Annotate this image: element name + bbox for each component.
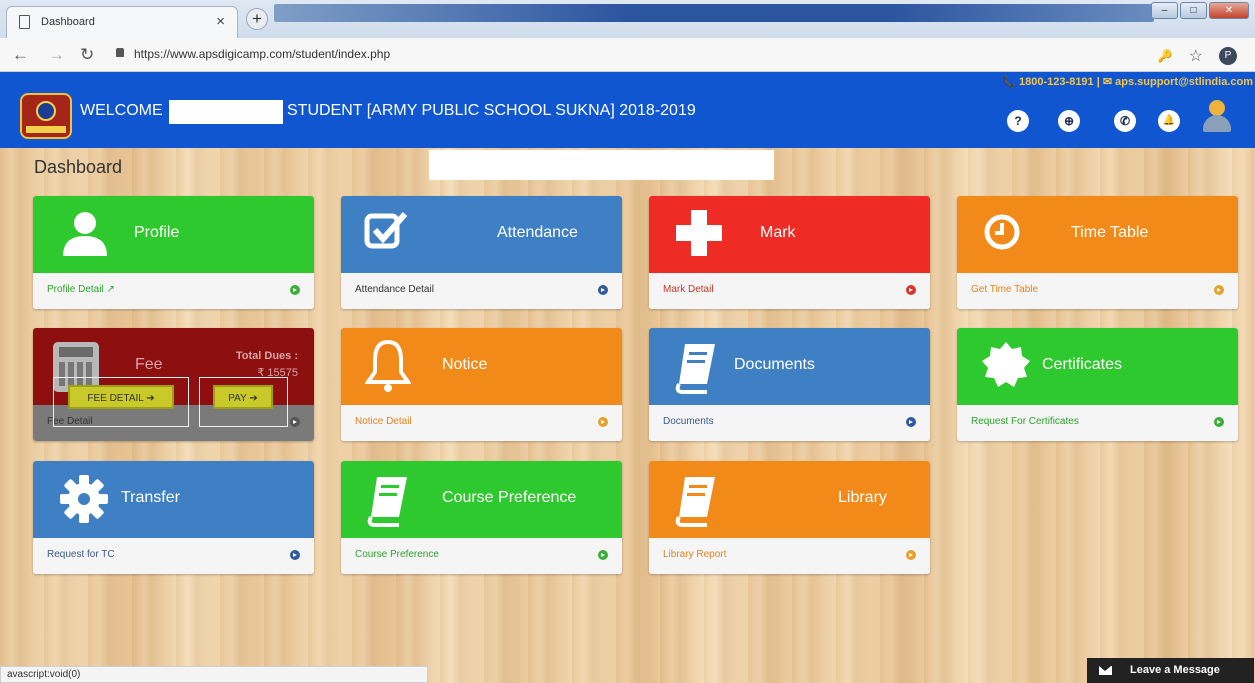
blank-banner bbox=[429, 150, 774, 180]
arrow-circle-icon[interactable] bbox=[1214, 285, 1224, 295]
arrow-circle-icon[interactable] bbox=[598, 285, 608, 295]
tile-link[interactable]: Course Preference bbox=[355, 549, 439, 560]
tile-link[interactable]: Mark Detail bbox=[663, 284, 714, 295]
tile-link[interactable]: Request for TC bbox=[47, 549, 115, 560]
lock-icon bbox=[116, 48, 124, 57]
book-icon bbox=[367, 477, 407, 527]
tile-fee[interactable]: Fee Total Dues : ₹ 15575 Fee Detail FEE … bbox=[33, 328, 314, 441]
tile-transfer[interactable]: Transfer Request for TC bbox=[33, 461, 314, 574]
key-icon[interactable]: 🔑 bbox=[1158, 49, 1173, 63]
tile-link[interactable]: Request For Certificates bbox=[971, 416, 1079, 427]
chat-label: Leave a Message bbox=[1130, 664, 1220, 676]
tile-title: Course Preference bbox=[442, 489, 577, 506]
logo-band bbox=[26, 126, 66, 133]
mail-icon bbox=[1099, 666, 1112, 675]
tile-title: Attendance bbox=[497, 224, 578, 241]
notification-bell-icon[interactable]: 🔔 bbox=[1158, 110, 1180, 132]
page-content: WELCOME STUDENT [ARMY PUBLIC SCHOOL SUKN… bbox=[0, 72, 1255, 683]
leave-message-chat-button[interactable]: Leave a Message bbox=[1087, 658, 1254, 683]
help-icon[interactable]: ? bbox=[1007, 110, 1029, 132]
clock-icon bbox=[984, 214, 1020, 250]
bookmark-star-icon[interactable]: ☆ bbox=[1189, 46, 1203, 66]
tab-title: Dashboard bbox=[41, 16, 95, 28]
tile-title: Mark bbox=[760, 224, 796, 241]
page-title: Dashboard bbox=[34, 157, 123, 177]
total-dues-label: Total Dues : bbox=[235, 350, 298, 362]
logo-emblem-icon bbox=[36, 101, 56, 121]
certificate-seal-icon bbox=[982, 342, 1030, 387]
tile-time-table[interactable]: Time Table Get Time Table bbox=[957, 196, 1238, 309]
plus-icon bbox=[676, 210, 722, 256]
arrow-circle-icon[interactable] bbox=[1214, 417, 1224, 427]
maximize-button[interactable]: □ bbox=[1180, 2, 1207, 19]
tile-mark[interactable]: Mark Mark Detail bbox=[649, 196, 930, 309]
url-input[interactable]: https://www.apsdigicamp.com/student/inde… bbox=[112, 44, 1212, 66]
checkbox-icon bbox=[364, 212, 408, 249]
tile-link[interactable]: Profile Detail ↗ bbox=[47, 284, 115, 295]
fee-detail-button[interactable]: FEE DETAIL ➔ bbox=[68, 385, 174, 409]
welcome-text: WELCOME bbox=[80, 102, 163, 119]
browser-profile-avatar[interactable]: P bbox=[1219, 47, 1237, 65]
minimize-button[interactable]: – bbox=[1151, 2, 1178, 19]
tile-title: Time Table bbox=[1071, 224, 1149, 241]
bell-icon bbox=[365, 339, 411, 392]
address-bar: ← → ↻ https://www.apsdigicamp.com/studen… bbox=[0, 38, 1255, 72]
tile-documents[interactable]: Documents Documents bbox=[649, 328, 930, 441]
arrow-circle-icon[interactable] bbox=[906, 550, 916, 560]
back-arrow-icon[interactable]: ← bbox=[12, 45, 29, 65]
tile-notice[interactable]: Notice Notice Detail bbox=[341, 328, 622, 441]
forward-arrow-icon[interactable]: → bbox=[48, 45, 65, 65]
site-header: WELCOME STUDENT [ARMY PUBLIC SCHOOL SUKN… bbox=[0, 72, 1255, 148]
tile-title: Certificates bbox=[1042, 356, 1123, 373]
arrow-circle-icon[interactable] bbox=[290, 285, 300, 295]
tile-title: Documents bbox=[734, 356, 815, 373]
tile-title: Transfer bbox=[121, 489, 180, 506]
arrow-circle-icon[interactable] bbox=[906, 285, 916, 295]
window-title-strip bbox=[274, 4, 1154, 22]
window-controls: – □ ✕ bbox=[1151, 2, 1249, 19]
support-lifebuoy-icon[interactable]: ⊕ bbox=[1058, 110, 1080, 132]
tab-close-icon[interactable]: × bbox=[216, 13, 225, 30]
url-text: https://www.apsdigicamp.com/student/inde… bbox=[134, 47, 391, 61]
pay-button[interactable]: PAY ➔ bbox=[213, 385, 273, 409]
tile-title: Profile bbox=[134, 224, 180, 241]
arrow-circle-icon[interactable] bbox=[290, 550, 300, 560]
user-avatar[interactable] bbox=[1202, 100, 1232, 132]
tile-library[interactable]: Library Library Report bbox=[649, 461, 930, 574]
address-bar-actions: 🔑 ☆ P bbox=[1158, 46, 1237, 66]
tile-certificates[interactable]: Certificates Request For Certificates bbox=[957, 328, 1238, 441]
arrow-circle-icon[interactable] bbox=[598, 417, 608, 427]
tile-title: Fee bbox=[135, 356, 163, 373]
document-icon bbox=[19, 15, 30, 29]
tile-course-preference[interactable]: Course Preference Course Preference bbox=[341, 461, 622, 574]
tile-title: Notice bbox=[442, 356, 488, 373]
arrow-circle-icon[interactable] bbox=[290, 417, 300, 427]
new-tab-button[interactable]: + bbox=[246, 8, 268, 30]
school-logo bbox=[20, 93, 72, 139]
book-icon bbox=[675, 344, 715, 394]
reload-icon[interactable]: ↻ bbox=[80, 45, 94, 65]
phone-icon[interactable]: ✆ bbox=[1114, 110, 1136, 132]
school-session-text: STUDENT [ARMY PUBLIC SCHOOL SUKNA] 2018-… bbox=[287, 102, 696, 119]
tile-link[interactable]: Attendance Detail bbox=[355, 284, 434, 295]
student-name-redacted bbox=[169, 100, 283, 124]
support-contact[interactable]: 📞 1800-123-8191 | ✉ aps.support@stlindia… bbox=[1002, 75, 1253, 88]
user-icon bbox=[63, 212, 107, 256]
book-icon bbox=[675, 477, 715, 527]
arrow-circle-icon[interactable] bbox=[598, 550, 608, 560]
tile-profile[interactable]: Profile Profile Detail ↗ bbox=[33, 196, 314, 309]
close-window-button[interactable]: ✕ bbox=[1209, 2, 1249, 19]
gear-icon bbox=[60, 475, 108, 523]
tile-link[interactable]: Documents bbox=[663, 416, 714, 427]
tile-attendance[interactable]: Attendance Attendance Detail bbox=[341, 196, 622, 309]
tile-title: Library bbox=[838, 489, 887, 506]
tile-link[interactable]: Get Time Table bbox=[971, 284, 1038, 295]
browser-status-bar: avascript:void(0) bbox=[0, 666, 428, 683]
browser-tab-bar: Dashboard × + – □ ✕ bbox=[0, 0, 1255, 38]
arrow-circle-icon[interactable] bbox=[906, 417, 916, 427]
tile-link[interactable]: Library Report bbox=[663, 549, 726, 560]
tile-link[interactable]: Notice Detail bbox=[355, 416, 412, 427]
browser-tab[interactable]: Dashboard × bbox=[6, 6, 238, 38]
